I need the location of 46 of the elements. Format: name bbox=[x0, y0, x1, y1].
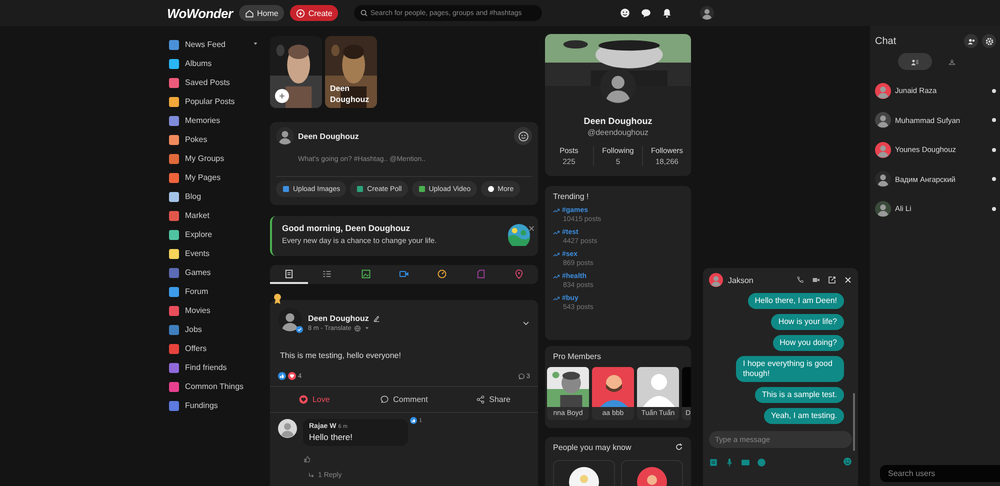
create-button[interactable]: Create bbox=[290, 5, 338, 21]
sidebar-item[interactable]: Movies bbox=[169, 301, 265, 320]
post-text: This is me testing, hello everyone! bbox=[280, 351, 402, 360]
chat-message: This is a sample test. bbox=[754, 387, 844, 403]
sidebar-item[interactable]: Explore bbox=[169, 225, 265, 244]
chat-message: Yeah, I am testing. bbox=[764, 408, 844, 424]
sidebar-item[interactable]: Find friends bbox=[169, 358, 265, 377]
sidebar-item[interactable]: Popular Posts bbox=[169, 92, 265, 111]
greeting-title: Good morning, Deen Doughouz bbox=[282, 223, 411, 233]
sidebar-item[interactable]: Memories bbox=[169, 111, 265, 130]
sidebar-item[interactable]: Blog bbox=[169, 187, 265, 206]
card-title: Pro Members bbox=[552, 352, 602, 361]
sidebar-item[interactable]: Albums bbox=[169, 54, 265, 73]
sidebar-item[interactable]: Saved Posts bbox=[169, 73, 265, 92]
story-name: Deen Doughouz bbox=[330, 83, 370, 105]
chat-message: How is your life? bbox=[771, 314, 844, 330]
post-action-button[interactable]: Share bbox=[448, 387, 538, 412]
search-field[interactable]: Search users bbox=[880, 465, 1000, 482]
sidebar-item[interactable]: Games bbox=[169, 263, 265, 282]
sidebar-item[interactable]: My Pages bbox=[169, 168, 265, 187]
logo[interactable]: WoWonder bbox=[167, 6, 239, 20]
chat-message: How you doing? bbox=[772, 335, 844, 351]
sidebar-item[interactable]: My Groups bbox=[169, 149, 265, 168]
user-name: Deen Doughouz bbox=[298, 132, 359, 140]
contact-name: Jakson bbox=[728, 276, 754, 284]
panel-title: Chat bbox=[875, 36, 896, 46]
post-action-button[interactable]: Love bbox=[270, 387, 360, 412]
sidebar-item[interactable]: Pokes bbox=[169, 130, 265, 149]
sidebar-item[interactable]: News Feed bbox=[169, 35, 265, 54]
chat-message: Hello there, I am Deen! bbox=[748, 293, 844, 309]
chat-message: I hope everything is good though! bbox=[736, 356, 844, 382]
card-title: Trending ! bbox=[553, 192, 590, 201]
card-title: People you may know bbox=[553, 443, 632, 452]
profile-handle: @deendoughouz bbox=[586, 128, 650, 137]
home-button[interactable]: Home bbox=[239, 5, 284, 21]
sidebar-item[interactable]: Offers bbox=[169, 339, 265, 358]
author-name[interactable]: Deen Doughouz bbox=[308, 314, 369, 322]
comment-text: Hello there! bbox=[309, 432, 354, 442]
sidebar-item[interactable]: Fundings bbox=[169, 396, 265, 415]
sidebar-item[interactable]: Forum bbox=[169, 282, 265, 301]
sidebar-item[interactable]: Events bbox=[169, 244, 265, 263]
profile-name[interactable]: Deen Doughouz bbox=[545, 116, 691, 126]
post-action-button[interactable]: Comment bbox=[359, 387, 449, 412]
sidebar-item[interactable]: Market bbox=[169, 206, 265, 225]
sidebar-item[interactable]: Jobs bbox=[169, 320, 265, 339]
sidebar-item[interactable]: Common Things bbox=[169, 377, 265, 396]
